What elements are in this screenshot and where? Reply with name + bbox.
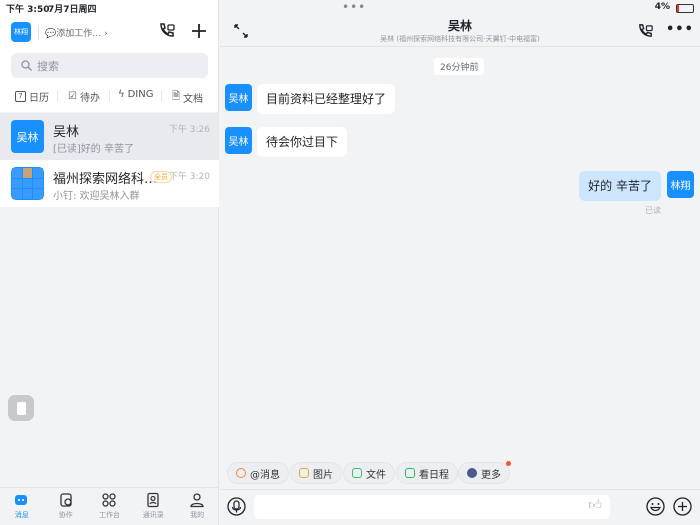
quick-more-button[interactable]: 更多 xyxy=(458,461,511,484)
microphone-icon[interactable] xyxy=(227,497,246,516)
conversation-time: 下午 3:26 xyxy=(168,125,210,135)
ding-icon: ϟ xyxy=(118,89,125,100)
avatar[interactable]: 吴林 xyxy=(225,127,252,154)
contacts-icon xyxy=(147,492,159,508)
shortcut-ding[interactable]: ϟ DING xyxy=(118,89,154,100)
tab-label: 消息 xyxy=(14,511,29,519)
bottom-tab-bar: 消息 协作 工作台 通讯录 我的 xyxy=(0,487,219,525)
conversation-time: 下午 3:20 xyxy=(168,172,210,182)
at-icon xyxy=(236,468,246,478)
avatar-self[interactable]: 林翔 xyxy=(667,171,694,198)
calendar-icon: 7 xyxy=(15,91,26,102)
todo-icon: ☑ xyxy=(68,91,77,102)
conversation-item[interactable]: 吴林 吴林 [已读]好的 辛苦了 下午 3:26 xyxy=(0,113,219,160)
chip-label: @消息 xyxy=(250,469,280,481)
quick-schedule-button[interactable]: 看日程 xyxy=(396,462,458,484)
chat-title: 吴林 xyxy=(447,19,472,33)
chip-label: 更多 xyxy=(481,469,501,481)
tab-label: 协作 xyxy=(58,511,73,519)
tab-label: 我的 xyxy=(190,511,205,519)
thumbs-up-icon[interactable]: 👍︎ xyxy=(588,498,602,513)
emoji-icon[interactable] xyxy=(646,497,665,516)
tab-label: 通讯录 xyxy=(142,511,164,519)
notification-dot xyxy=(506,461,511,466)
conversation-name: 福州探索网络科… xyxy=(53,172,158,187)
phone-video-icon[interactable] xyxy=(158,22,176,40)
calendar-icon xyxy=(405,468,415,478)
chat-subtitle: 吴林 (福州探索网络科技有限公司-天翼钉-中电福富) xyxy=(380,35,540,43)
shortcut-label: 待办 xyxy=(79,93,100,104)
plus-icon[interactable] xyxy=(191,23,207,39)
avatar[interactable]: 吴林 xyxy=(225,84,252,111)
status-time: 下午 3:50 xyxy=(6,5,50,15)
group-avatar xyxy=(11,167,44,200)
quick-image-button[interactable]: 图片 xyxy=(290,462,342,484)
message-input[interactable]: 👍︎ xyxy=(254,495,610,519)
avatar: 吴林 xyxy=(11,120,44,153)
message-bubble: 待会你过目下 xyxy=(257,127,348,157)
message-bubble-self: 好的 辛苦了 xyxy=(579,171,661,201)
shortcut-todo[interactable]: ☑ 待办 xyxy=(68,89,100,104)
multitask-dots[interactable]: ••• xyxy=(342,0,366,14)
conversation-name: 吴林 xyxy=(53,125,80,140)
tab-me[interactable]: 我的 xyxy=(175,488,219,525)
quick-file-button[interactable]: 文件 xyxy=(343,462,395,484)
quick-mention-button[interactable]: @消息 xyxy=(227,462,289,484)
add-work-button[interactable]: 💬添加工作… › xyxy=(38,26,108,39)
message-bubble: 目前资料已经整理好了 xyxy=(257,84,396,114)
input-bar: 👍︎ xyxy=(220,489,700,525)
image-icon xyxy=(299,468,309,478)
chat-pane: ••• 4% 吴林 吴林 (福州探索网络科技有限公司-天翼钉-中电福富) •••… xyxy=(220,0,700,525)
conversation-pane: 下午 3:50 7月7日周四 林翔 💬添加工作… › 搜索 7 日历 ☑ 待办 ϟD… xyxy=(0,0,219,525)
search-input[interactable]: 搜索 xyxy=(11,53,208,78)
shortcut-calendar[interactable]: 7 日历 xyxy=(15,89,49,104)
shortcut-label: 文档 xyxy=(183,94,204,105)
tab-workbench[interactable]: 工作台 xyxy=(88,488,132,525)
tab-messages[interactable]: 消息 xyxy=(0,488,44,525)
doc-icon: 🗎 xyxy=(172,91,181,102)
add-icon[interactable] xyxy=(673,497,692,516)
conversation-preview: 小钉: 欢迎吴林入群 xyxy=(53,191,140,202)
phone-video-icon[interactable] xyxy=(637,23,654,40)
search-icon xyxy=(21,60,32,71)
floating-widget[interactable] xyxy=(8,395,34,421)
tab-contacts[interactable]: 通讯录 xyxy=(131,488,175,525)
read-status: 已读 xyxy=(645,206,661,215)
more-icon[interactable]: ••• xyxy=(666,22,694,37)
battery-icon xyxy=(676,4,694,13)
conversation-item[interactable]: 福州探索网络科… 全员 小钉: 欢迎吴林入群 下午 3:20 xyxy=(0,160,219,207)
workbench-icon xyxy=(102,493,117,507)
user-avatar[interactable]: 林翔 xyxy=(11,22,31,42)
chip-label: 看日程 xyxy=(419,469,449,481)
shortcut-doc[interactable]: 🗎 文档 xyxy=(172,89,203,106)
status-date: 7月7日周四 xyxy=(48,5,97,15)
message-icon xyxy=(14,495,27,505)
folder-icon xyxy=(352,468,362,478)
shortcut-label: DING xyxy=(127,89,154,100)
profile-icon xyxy=(190,493,204,508)
tab-label: 工作台 xyxy=(98,511,120,519)
battery-level: 4% xyxy=(654,2,670,12)
tab-collab[interactable]: 协作 xyxy=(44,488,88,525)
collab-icon xyxy=(60,493,72,507)
shortcut-label: 日历 xyxy=(29,93,49,104)
time-divider: 26分钟前 xyxy=(434,58,485,75)
add-work-label: 添加工作… xyxy=(56,29,102,39)
conversation-preview: [已读]好的 辛苦了 xyxy=(53,144,134,155)
chip-label: 文件 xyxy=(366,469,386,481)
chip-label: 图片 xyxy=(313,469,333,481)
more-dots-icon xyxy=(467,468,477,478)
search-placeholder: 搜索 xyxy=(37,59,59,73)
